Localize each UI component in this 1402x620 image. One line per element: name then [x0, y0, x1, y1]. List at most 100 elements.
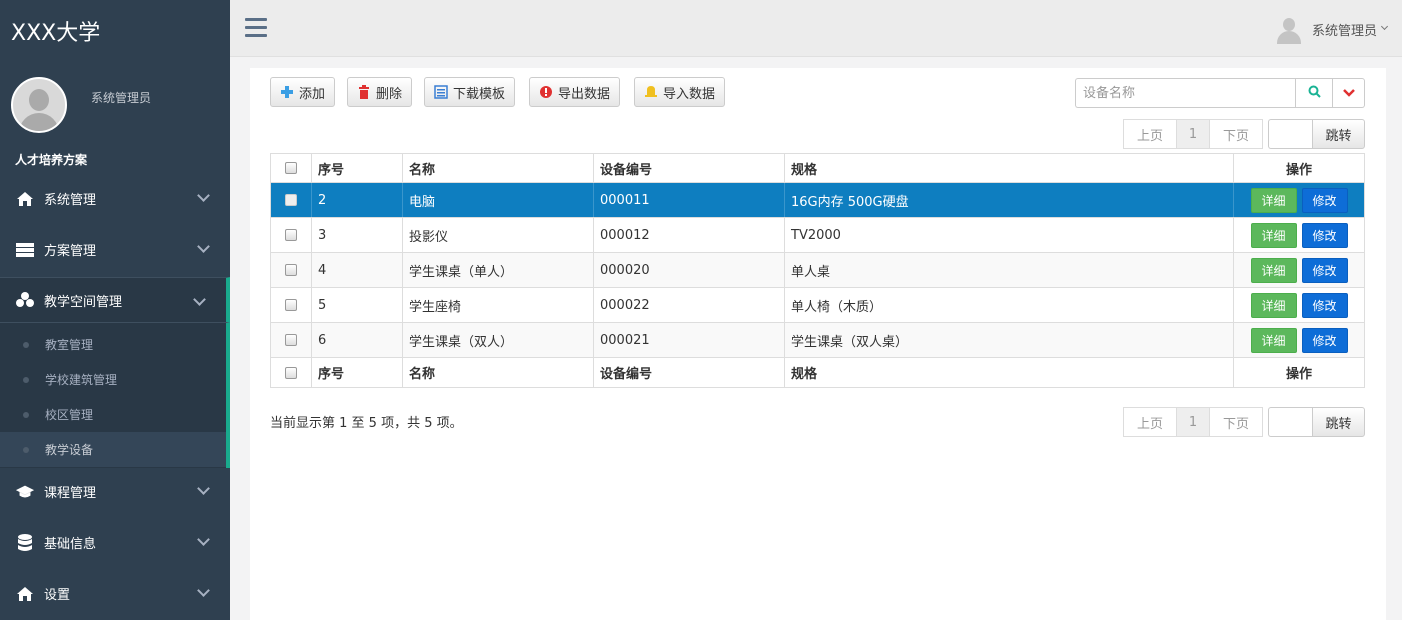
- export-button[interactable]: 导出数据: [529, 77, 621, 107]
- row-checkbox[interactable]: [285, 264, 297, 276]
- edit-button[interactable]: 修改: [1301, 257, 1348, 283]
- select-all-checkbox[interactable]: [285, 162, 297, 174]
- submenu-label: 学校建筑管理: [45, 373, 118, 387]
- avatar[interactable]: [11, 77, 67, 133]
- cell-name: 学生课桌（双人）: [403, 323, 594, 357]
- column-header[interactable]: 序号: [312, 154, 403, 182]
- column-header[interactable]: 设备编号: [594, 154, 785, 182]
- download-template-button[interactable]: 下载模板: [424, 77, 516, 107]
- sidebar-item-course[interactable]: 课程管理: [0, 466, 230, 517]
- jump-button[interactable]: 跳转: [1312, 119, 1365, 149]
- add-label: 添加: [299, 86, 326, 102]
- table-row[interactable]: 6 学生课桌（双人） 000021 学生课桌（双人桌） 详细 修改: [271, 323, 1364, 358]
- edit-button[interactable]: 修改: [1301, 187, 1348, 213]
- column-header[interactable]: 名称: [403, 154, 594, 182]
- search-input[interactable]: [1075, 78, 1295, 108]
- cell-name: 电脑: [403, 183, 594, 217]
- cell-name: 学生座椅: [403, 288, 594, 322]
- column-footer: 操作: [1285, 367, 1312, 382]
- chevron-down-icon: [197, 584, 210, 597]
- topbar: 系统管理员: [230, 0, 1402, 57]
- table-row[interactable]: 4 学生课桌（单人） 000020 单人桌 详细 修改: [271, 253, 1364, 288]
- search-button[interactable]: [1295, 78, 1333, 108]
- content-panel: 添加 删除 下载模板 导出数据 导入数据 上页 1 下页 跳转 序号 名称 设备…: [250, 68, 1386, 620]
- trash-icon: [357, 85, 371, 99]
- next-page-button[interactable]: 下页: [1210, 119, 1263, 149]
- row-checkbox[interactable]: [285, 299, 297, 311]
- plus-icon: [280, 85, 294, 99]
- cell-code: 000011: [594, 183, 785, 217]
- menu-toggle-icon[interactable]: [245, 18, 267, 38]
- detail-button[interactable]: 详细: [1250, 187, 1297, 213]
- sidebar-item-system[interactable]: 系统管理: [0, 173, 230, 224]
- edit-button[interactable]: 修改: [1301, 327, 1348, 353]
- jump-page-input[interactable]: [1268, 119, 1312, 149]
- jump-button[interactable]: 跳转: [1312, 407, 1365, 437]
- prev-page-button[interactable]: 上页: [1123, 119, 1177, 149]
- cell-name: 学生课桌（单人）: [403, 253, 594, 287]
- export-label: 导出数据: [558, 86, 611, 102]
- submenu-item-building[interactable]: 学校建筑管理: [0, 362, 226, 397]
- sidebar-item-settings[interactable]: 设置: [0, 568, 230, 619]
- edit-button[interactable]: 修改: [1301, 222, 1348, 248]
- detail-button[interactable]: 详细: [1250, 292, 1297, 318]
- submenu-label: 教学设备: [45, 443, 94, 457]
- delete-button[interactable]: 删除: [347, 77, 413, 107]
- sidebar-item-label: 系统管理: [44, 193, 97, 208]
- jump-page-input[interactable]: [1268, 407, 1312, 437]
- add-button[interactable]: 添加: [270, 77, 336, 107]
- cell-no: 2: [312, 183, 403, 217]
- sidebar-item-basic-info[interactable]: 基础信息: [0, 517, 230, 568]
- import-button[interactable]: 导入数据: [634, 77, 726, 107]
- row-checkbox[interactable]: [285, 229, 297, 241]
- chevron-down-icon: [1342, 86, 1355, 101]
- chevron-down-icon[interactable]: [1380, 22, 1389, 31]
- chevron-down-icon: [197, 482, 210, 495]
- cell-name: 投影仪: [403, 218, 594, 252]
- column-footer: 名称: [403, 358, 594, 387]
- page-number[interactable]: 1: [1177, 119, 1210, 149]
- detail-button[interactable]: 详细: [1250, 222, 1297, 248]
- sidebar-item-teaching-space[interactable]: 教学空间管理: [0, 277, 230, 323]
- submenu-item-campus[interactable]: 校区管理: [0, 397, 226, 432]
- cell-code: 000022: [594, 288, 785, 322]
- section-title: 人才培养方案: [15, 153, 88, 167]
- table-row[interactable]: 3 投影仪 000012 TV2000 详细 修改: [271, 218, 1364, 253]
- cell-spec: 单人椅（木质）: [785, 288, 1234, 322]
- cell-spec: TV2000: [785, 218, 1234, 252]
- user-menu[interactable]: 系统管理员: [1312, 20, 1377, 39]
- sidebar-item-label: 课程管理: [44, 486, 97, 501]
- chevron-down-icon: [197, 240, 210, 253]
- row-checkbox[interactable]: [285, 334, 297, 346]
- submenu-item-equipment[interactable]: 教学设备: [0, 432, 226, 467]
- next-page-button[interactable]: 下页: [1210, 407, 1263, 437]
- sidebar-item-plan[interactable]: 方案管理: [0, 224, 230, 275]
- pagination-bottom: 上页 1 下页: [1123, 407, 1263, 437]
- cell-spec: 单人桌: [785, 253, 1234, 287]
- home-icon: [15, 584, 35, 604]
- cubes-icon: [15, 290, 35, 310]
- sidebar: XXX大学 系统管理员 人才培养方案 系统管理 方案管理 教学空间管理 教室管理…: [0, 0, 230, 620]
- pagination-top: 上页 1 下页: [1123, 119, 1263, 149]
- select-all-checkbox[interactable]: [285, 366, 297, 379]
- detail-button[interactable]: 详细: [1250, 327, 1297, 353]
- table-summary: 当前显示第 1 至 5 项，共 5 项。: [270, 416, 463, 431]
- cell-code: 000020: [594, 253, 785, 287]
- page-number[interactable]: 1: [1177, 407, 1210, 437]
- database-icon: [15, 533, 35, 553]
- user-avatar[interactable]: [1276, 16, 1302, 44]
- sidebar-item-label: 方案管理: [44, 244, 97, 259]
- sidebar-item-label: 设置: [44, 588, 71, 603]
- edit-button[interactable]: 修改: [1301, 292, 1348, 318]
- table-row[interactable]: 2 电脑 000011 16G内存 500G硬盘 详细 修改: [271, 183, 1364, 218]
- row-checkbox[interactable]: [285, 194, 297, 206]
- detail-button[interactable]: 详细: [1250, 257, 1297, 283]
- table-row[interactable]: 5 学生座椅 000022 单人椅（木质） 详细 修改: [271, 288, 1364, 323]
- submenu-item-classroom[interactable]: 教室管理: [0, 327, 226, 362]
- search-options-button[interactable]: [1333, 78, 1365, 108]
- prev-page-button[interactable]: 上页: [1123, 407, 1177, 437]
- column-header: 操作: [1285, 162, 1312, 178]
- table-icon: [15, 240, 35, 260]
- column-header[interactable]: 规格: [785, 154, 1234, 182]
- cell-no: 5: [312, 288, 403, 322]
